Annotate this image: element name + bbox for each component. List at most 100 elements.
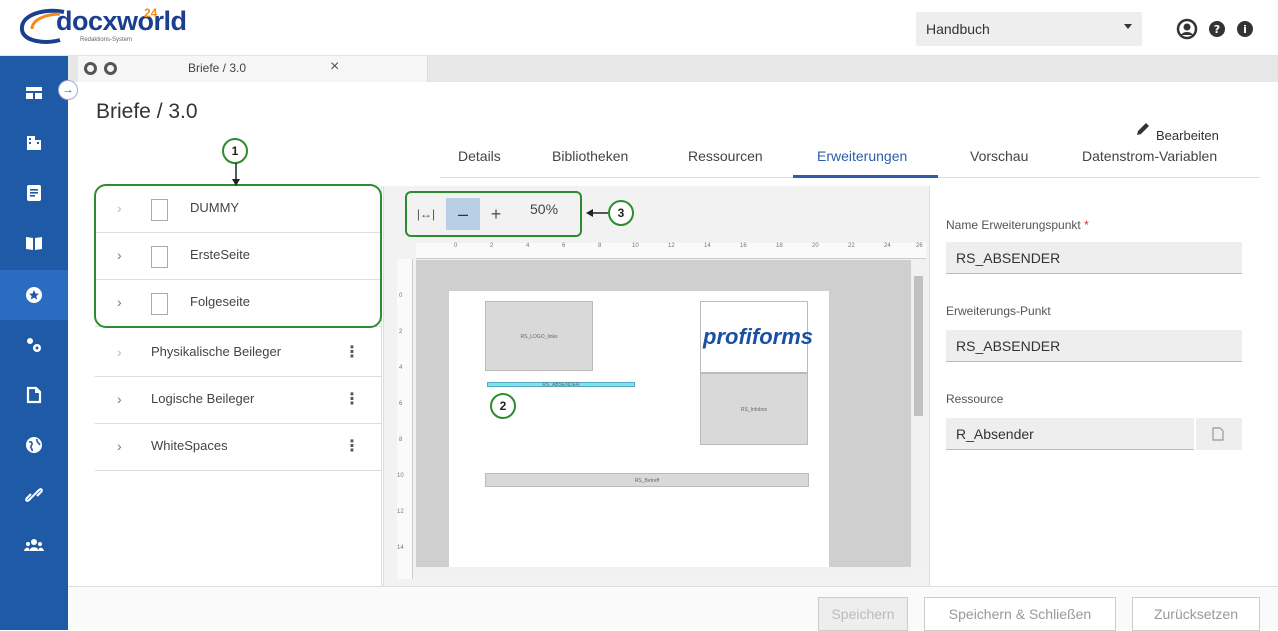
svg-text:?: ? [1214, 23, 1220, 36]
chevron-right-icon[interactable]: › [117, 438, 122, 454]
nav-tabs: Details Bibliotheken Ressourcen Erweiter… [440, 140, 1260, 178]
tab-datenstrom-variablen[interactable]: Datenstrom-Variablen [1082, 148, 1217, 164]
caret-down-icon [1124, 24, 1132, 29]
help-icon[interactable]: ? [1206, 18, 1228, 40]
preview-absender-bar[interactable]: RS_ABSENDER [487, 382, 635, 388]
zoom-level: 50% [530, 201, 559, 217]
ruler-tick: 0 [399, 293, 403, 299]
tab-vorschau[interactable]: Vorschau [970, 148, 1028, 164]
logo-text: docxworld [56, 6, 187, 36]
ruler-vertical: 0 2 4 6 8 10 12 14 [397, 259, 413, 579]
sidebar-item-book[interactable] [0, 218, 68, 268]
resource-picker-button[interactable] [1196, 418, 1242, 450]
user-icon[interactable] [1176, 18, 1198, 40]
resource-field-value: R_Absender [956, 426, 1034, 442]
globe-icon [26, 437, 42, 453]
ruler-tick: 12 [397, 509, 404, 515]
resource-field-label: Ressource [946, 392, 1004, 406]
ruler-horizontal: 0 2 4 6 8 10 12 14 16 18 20 22 24 26 [416, 243, 926, 259]
ruler-tick: 16 [740, 243, 747, 249]
more-vertical-icon[interactable]: ⋮ [344, 389, 360, 409]
sidebar-item-extensions[interactable] [0, 270, 68, 320]
ruler-tick: 6 [399, 401, 403, 407]
page-preview: RS_LOGO_links profiforms RS_Infobox RS_A… [449, 291, 829, 567]
zoom-out-button[interactable]: – [446, 198, 480, 230]
resource-field[interactable]: R_Absender [946, 418, 1194, 450]
sidebar-item-document[interactable] [0, 168, 68, 218]
tab-ressourcen[interactable]: Ressourcen [688, 148, 763, 164]
fit-width-button[interactable]: |↔| [410, 198, 442, 230]
svg-text:i: i [1243, 23, 1247, 36]
project-select-value: Handbuch [926, 21, 990, 37]
preview-brand-box[interactable]: profiforms [700, 301, 813, 373]
point-field[interactable]: RS_ABSENDER [946, 330, 1242, 362]
ruler-tick: 14 [704, 243, 711, 249]
sidebar-expand-button[interactable]: → [58, 80, 78, 100]
sidebar-item-links[interactable] [0, 470, 68, 520]
sidebar-item-buildings[interactable] [0, 118, 68, 168]
close-icon[interactable]: × [330, 58, 339, 76]
preview-logo-box[interactable]: RS_LOGO_links [485, 301, 593, 371]
info-icon[interactable]: i [1234, 18, 1256, 40]
document-icon [27, 185, 41, 201]
preview-infobox[interactable]: RS_Infobox [700, 373, 808, 445]
more-vertical-icon[interactable]: ⋮ [344, 342, 360, 362]
tab-circle-icon[interactable] [84, 62, 97, 75]
chevron-right-icon[interactable]: › [117, 344, 122, 360]
save-close-button[interactable]: Speichern & Schließen [924, 597, 1116, 631]
tree-item-physikalische-beileger[interactable]: › Physikalische Beileger ⋮ [95, 330, 382, 377]
chevron-right-icon[interactable]: › [117, 391, 122, 407]
project-select[interactable]: Handbuch [916, 12, 1142, 46]
tab-details[interactable]: Details [458, 148, 501, 164]
preview-horizontal-scrollbar[interactable] [416, 567, 911, 579]
users-icon [24, 539, 44, 551]
preview-vertical-scrollbar[interactable] [911, 260, 926, 567]
building-icon [27, 136, 41, 150]
tree-item-whitespaces[interactable]: › WhiteSpaces ⋮ [95, 424, 382, 471]
name-field-label: Name Erweiterungspunkt * [946, 218, 1089, 232]
callout-marker-2: 2 [490, 393, 516, 419]
zoom-in-button[interactable]: + [484, 198, 508, 230]
app-logo[interactable]: docxworld 24 Redaktions-System [16, 6, 187, 46]
tree-item-logische-beileger[interactable]: › Logische Beileger ⋮ [95, 377, 382, 424]
file-picker-icon [1212, 427, 1224, 441]
sidebar-item-settings[interactable] [0, 320, 68, 370]
more-vertical-icon[interactable]: ⋮ [344, 436, 360, 456]
tab-circle-icon[interactable] [104, 62, 117, 75]
point-field-label: Erweiterungs-Punkt [946, 304, 1051, 318]
name-field[interactable]: RS_ABSENDER [946, 242, 1242, 274]
point-field-value: RS_ABSENDER [956, 338, 1061, 354]
name-field-value: RS_ABSENDER [956, 250, 1061, 266]
callout-arrow-left-icon [586, 209, 608, 217]
sidebar-item-users[interactable] [0, 520, 68, 570]
ruler-tick: 14 [397, 545, 404, 551]
ruler-tick: 4 [526, 243, 530, 249]
arrow-right-icon: → [62, 84, 74, 96]
tab-bibliotheken[interactable]: Bibliotheken [552, 148, 628, 164]
reset-button[interactable]: Zurücksetzen [1132, 597, 1260, 631]
ruler-tick: 24 [884, 243, 891, 249]
scrollbar-thumb[interactable] [914, 276, 923, 416]
file-icon [26, 386, 42, 404]
logo-superscript: 24 [144, 6, 158, 20]
tab-erweiterungen[interactable]: Erweiterungen [817, 148, 907, 164]
sidebar-item-globe[interactable] [0, 420, 68, 470]
ruler-tick: 10 [397, 473, 404, 479]
callout-arrow-down-icon [232, 163, 240, 186]
ruler-tick: 2 [490, 243, 494, 249]
sidebar [0, 56, 68, 630]
ruler-tick: 20 [812, 243, 819, 249]
preview-betreff-box[interactable]: RS_Betreff [485, 473, 809, 487]
tab-briefe[interactable]: Briefe / 3.0 × [78, 56, 428, 82]
required-marker: * [1084, 218, 1089, 232]
ruler-tick: 8 [399, 437, 403, 443]
ruler-tick: 4 [399, 365, 403, 371]
dashboard-icon [26, 87, 42, 99]
save-button[interactable]: Speichern [818, 597, 908, 631]
sidebar-item-resources[interactable] [0, 370, 68, 420]
callout-highlight-tree [94, 184, 382, 328]
page-title: Briefe / 3.0 [96, 100, 198, 123]
ruler-tick: 22 [848, 243, 855, 249]
gears-icon [27, 338, 41, 352]
book-icon [26, 237, 42, 250]
